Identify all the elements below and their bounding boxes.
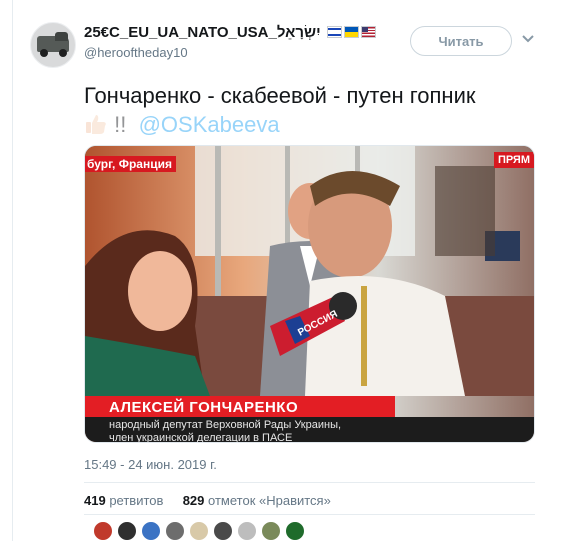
thumbs-up-icon (86, 115, 106, 134)
liker-avatar[interactable] (285, 521, 305, 541)
liker-avatar[interactable] (237, 521, 257, 541)
liker-avatar[interactable] (141, 521, 161, 541)
speaker-name: АЛЕКСЕЙ ГОНЧАРЕНКО (109, 399, 299, 416)
tweet-timestamp[interactable]: 15:49 - 24 июн. 2019 г. (84, 457, 217, 472)
user-handle[interactable]: @herooftheday10 (84, 45, 188, 60)
user-display-name[interactable]: 25€С_EU_UA_NATO_USA_יִשְׂרָאֵל (84, 24, 321, 41)
likes-count[interactable]: 829 (183, 493, 205, 508)
video-media[interactable]: РОССИЯ бург, Франция ПРЯМ АЛЕКСЕЙ ГОНЧАР… (84, 145, 535, 443)
live-badge: ПРЯМ (493, 152, 534, 168)
speaker-role: народный депутат Верховной Рады Украины,… (109, 419, 342, 443)
chevron-down-icon[interactable] (521, 34, 535, 44)
mention-link[interactable]: @OSKabeeva (139, 112, 280, 137)
liker-avatar[interactable] (165, 521, 185, 541)
liker-avatar[interactable] (213, 521, 233, 541)
tweet-text: Гончаренко - скабеевой - путен гопник !!… (84, 81, 554, 139)
follow-button[interactable]: Читать (410, 26, 512, 56)
avatar[interactable] (30, 22, 76, 68)
location-caption: бург, Франция (85, 156, 176, 172)
liker-avatar[interactable] (117, 521, 137, 541)
timeline-rule (12, 0, 13, 541)
usa-flag-icon (361, 26, 376, 38)
liker-avatar[interactable] (93, 521, 113, 541)
liker-avatar[interactable] (261, 521, 281, 541)
divider (84, 514, 535, 515)
tweet-exclamation: !! (114, 112, 127, 137)
israel-flag-icon (327, 26, 342, 38)
retweets-count[interactable]: 419 (84, 493, 106, 508)
retweets-label[interactable]: ретвитов (109, 493, 163, 508)
divider (84, 482, 535, 483)
likes-label[interactable]: отметок «Нравится» (208, 493, 331, 508)
tweet-stats: 419 ретвитов 829 отметок «Нравится» (84, 493, 331, 508)
flags (327, 26, 376, 38)
liker-avatar[interactable] (189, 521, 209, 541)
tweet-body: Гончаренко - скабеевой - путен гопник (84, 83, 476, 108)
ukraine-flag-icon (344, 26, 359, 38)
likers-list (93, 521, 305, 541)
